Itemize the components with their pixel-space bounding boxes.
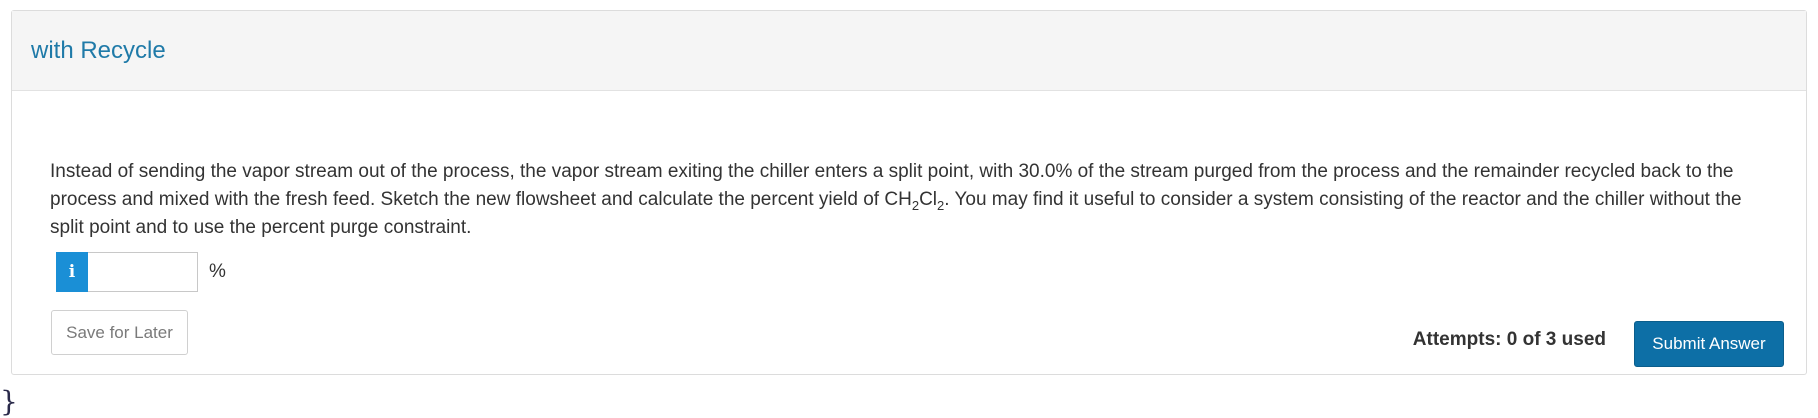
question-text: Instead of sending the vapor stream out … [50, 158, 1780, 242]
unit-label: % [209, 261, 226, 282]
formula-ch: CH [884, 189, 912, 210]
curly-brace-glyph: } [0, 385, 18, 418]
info-glyph: i [68, 262, 76, 282]
card-title: with Recycle [31, 36, 166, 64]
answer-row: i % [56, 252, 226, 292]
save-for-later-button[interactable]: Save for Later [51, 310, 188, 355]
formula-subscript-1: 2 [911, 197, 920, 213]
answer-input[interactable] [88, 252, 198, 292]
submit-answer-button[interactable]: Submit Answer [1634, 321, 1784, 367]
attempts-counter: Attempts: 0 of 3 used [1412, 329, 1606, 350]
info-icon[interactable]: i [56, 252, 88, 292]
formula-cl: Cl [919, 189, 938, 210]
card-header: with Recycle [12, 11, 1806, 91]
question-card: with Recycle Instead of sending the vapo… [11, 10, 1807, 375]
